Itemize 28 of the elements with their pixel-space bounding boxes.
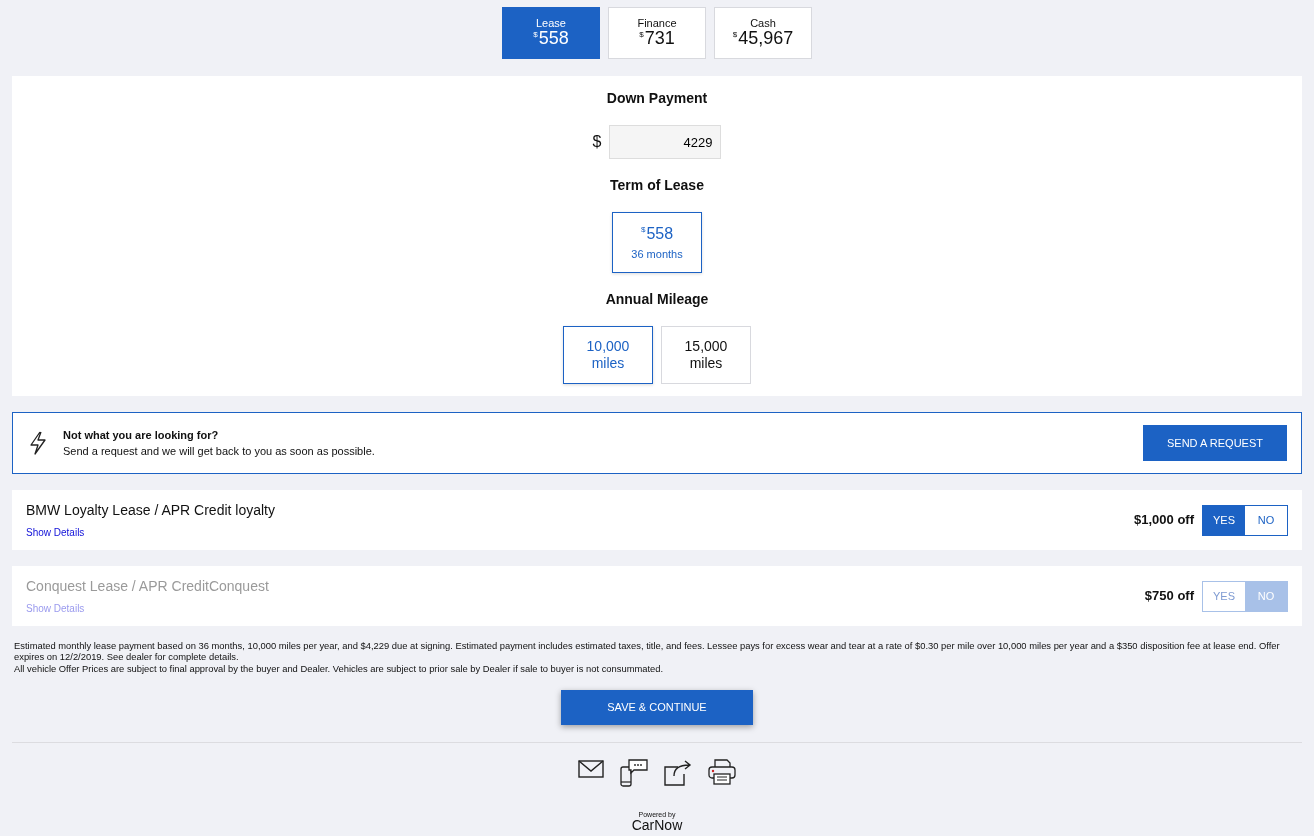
printer-icon[interactable] — [708, 758, 736, 785]
section-title: Term of Lease — [610, 176, 704, 195]
show-details-link[interactable]: Show Details — [26, 525, 275, 540]
section-title: Annual Mileage — [605, 290, 709, 309]
section-title: Down Payment — [606, 89, 708, 108]
term-option[interactable]: $^{$}$558 36 months — [612, 212, 702, 273]
payment-tab[interactable]: Lease $^{$}$558 — [502, 7, 600, 59]
incentive-name: Conquest Lease / APR CreditConquest — [26, 577, 269, 596]
banner-text: Send a request and we will get back to you as soon as possible. — [63, 444, 375, 459]
discount-amount: $1,000 off — [1134, 511, 1194, 530]
save-continue-button[interactable]: SAVE & CONTINUE — [561, 689, 753, 725]
share-icon[interactable] — [664, 758, 692, 786]
banner-title: Not what you are looking for? — [63, 427, 220, 443]
toggle-option[interactable]: YES — [1203, 505, 1245, 535]
phone-message-icon[interactable] — [620, 758, 648, 787]
disclaimer-text: Estimated monthly lease payment based on 36 months, 10,000 miles per year, and $4,229 due at signing. Estimated payment includes estimated taxes, title, and fees. Lessee pays for excess wear and tear at a rate of $0.30 per mile over 10,000 miles per year and a $350 disposition fee at lease end. Offer expires on 12/2/2019. See dealer for complete details. — [14, 640, 1281, 663]
payment-tab[interactable]: Cash $^{$}$45,967 — [714, 7, 812, 59]
disclaimer-text: All vehicle Offer Prices are subject to final approval by the buyer and Dealer. Vehicles are subject to prior sale by Dealer if sale to buyer is not consummated. — [14, 662, 665, 674]
mileage-option[interactable]: 10,000 miles — [563, 326, 653, 384]
incentive-name: BMW Loyalty Lease / APR Credit loyalty — [26, 501, 275, 520]
mileage-option[interactable]: 15,000 miles — [661, 326, 751, 384]
discount-amount: $750 off — [1144, 587, 1194, 606]
input-field[interactable]: 4229 — [609, 125, 722, 159]
currency-label: $ — [592, 132, 602, 152]
send-request-button[interactable]: SEND A REQUEST — [1143, 425, 1287, 461]
payment-tab[interactable]: Finance $^{$}$731 — [608, 7, 706, 59]
lightning-icon — [29, 431, 47, 455]
email-icon[interactable] — [578, 758, 604, 779]
